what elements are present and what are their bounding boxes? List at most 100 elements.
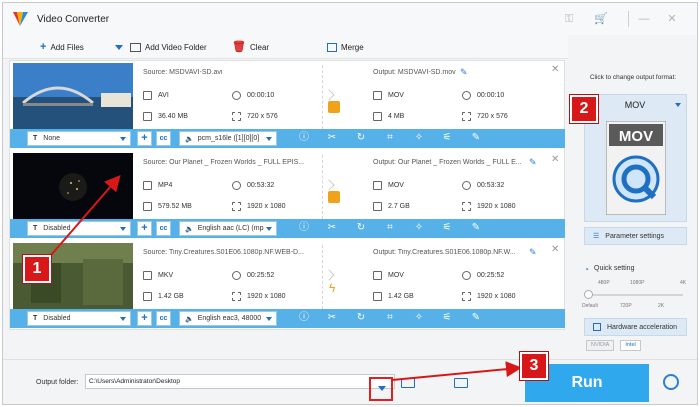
convert-arrow xyxy=(322,245,336,309)
clock-icon xyxy=(232,91,241,100)
add-files-button[interactable]: + Add Files xyxy=(40,41,84,53)
watermark-icon[interactable]: ⚟ xyxy=(441,132,453,144)
video-file-icon xyxy=(143,91,152,100)
caret-down-icon xyxy=(266,137,272,141)
add-subtitle-button[interactable]: + xyxy=(137,131,152,146)
file-icon xyxy=(143,202,152,211)
effects-icon[interactable]: ✧ xyxy=(413,222,425,234)
clock-icon xyxy=(462,271,471,280)
browse-folder-icon[interactable] xyxy=(454,378,468,388)
quick-setting-slider[interactable] xyxy=(588,294,683,296)
cc-subtitle-button[interactable]: cc xyxy=(156,221,171,236)
info-icon[interactable]: ⓘ xyxy=(298,312,310,324)
rotate-icon[interactable]: ↻ xyxy=(355,312,367,324)
cut-icon[interactable]: ✂ xyxy=(326,222,338,234)
add-subtitle-button[interactable]: + xyxy=(137,221,152,236)
video-file-icon xyxy=(373,181,382,190)
clear-button[interactable]: 🗑 Clear xyxy=(232,41,269,53)
minimize-icon[interactable]: — xyxy=(637,13,651,25)
merge-button[interactable]: Merge xyxy=(327,41,364,53)
subtitle-select[interactable]: T Disabled xyxy=(27,221,131,236)
crop-icon[interactable]: ⌗ xyxy=(384,132,396,144)
rotate-icon[interactable]: ↻ xyxy=(355,222,367,234)
edit-icon[interactable]: ✎ xyxy=(470,312,482,324)
edit-output-icon[interactable]: ✎ xyxy=(529,157,537,168)
source-format: MP4 xyxy=(143,181,172,190)
remove-item-icon[interactable]: ✕ xyxy=(551,244,559,255)
source-resolution: 1920 x 1080 xyxy=(232,202,286,211)
output-folder-input[interactable]: C:\Users\Administrator\Desktop xyxy=(85,374,395,389)
quick-setting-label: Quick setting xyxy=(594,265,635,272)
nvidia-badge[interactable]: NVIDIA xyxy=(586,340,615,351)
edit-output-icon[interactable]: ✎ xyxy=(460,67,468,78)
app-title: Video Converter xyxy=(37,14,110,25)
quick-setting-slider-handle[interactable] xyxy=(584,290,593,299)
effects-icon[interactable]: ✧ xyxy=(413,312,425,324)
file-icon xyxy=(373,112,382,121)
caret-down-icon xyxy=(378,386,386,391)
add-files-dropdown[interactable] xyxy=(115,41,123,53)
edit-icon[interactable]: ✎ xyxy=(470,222,482,234)
convert-arrow xyxy=(322,155,336,219)
intel-badge[interactable]: Intel xyxy=(620,340,641,351)
output-resolution: 1920 x 1080 xyxy=(462,292,516,301)
crop-icon[interactable]: ⌗ xyxy=(384,222,396,234)
audio-track-select[interactable]: 🔈 pcm_s16le ([1][0][0] xyxy=(179,131,277,146)
audio-track-select[interactable]: 🔈 English eac3, 48000 xyxy=(179,311,277,326)
tick-4k: 4K xyxy=(680,280,687,286)
watermark-icon[interactable]: ⚟ xyxy=(441,222,453,234)
output-duration: 00:00:10 xyxy=(462,91,504,100)
item-control-bar: T Disabled + cc 🔈 English eac3, 48000 ⓘ ✂ … xyxy=(10,309,565,328)
source-duration: 00:00:10 xyxy=(232,91,274,100)
audio-track-select[interactable]: 🔈 English aac (LC) (mp xyxy=(179,221,277,236)
cut-icon[interactable]: ✂ xyxy=(326,132,338,144)
edit-icon[interactable]: ✎ xyxy=(470,132,482,144)
source-filename: Source: Tiny.Creatures.S01E06.1080p.NF.W… xyxy=(143,249,304,256)
alarm-clock-icon[interactable] xyxy=(663,374,679,390)
speaker-icon: 🔈 xyxy=(185,315,194,323)
open-folder-icon[interactable] xyxy=(401,378,415,388)
output-format-selector[interactable]: MOV MOV xyxy=(584,94,687,222)
resolution-icon xyxy=(232,292,241,301)
chip-icon xyxy=(593,323,601,331)
watermark-icon[interactable]: ⚟ xyxy=(441,312,453,324)
cut-icon[interactable]: ✂ xyxy=(326,312,338,324)
video-thumbnail[interactable] xyxy=(13,153,133,219)
cart-icon[interactable]: 🛒 xyxy=(594,13,608,25)
add-video-folder-button[interactable]: Add Video Folder xyxy=(130,41,207,53)
rotate-icon[interactable]: ↻ xyxy=(355,132,367,144)
tick-480p: 480P xyxy=(598,280,610,286)
annotation-badge-1: 1 xyxy=(23,255,51,283)
add-files-label: Add Files xyxy=(50,42,84,52)
output-folder-dropdown[interactable] xyxy=(369,377,393,401)
item-control-bar: T None + cc 🔈 pcm_s16le ([1][0][0] ⓘ ✂ ↻ ⌗… xyxy=(10,129,565,148)
hardware-acceleration-button[interactable]: Hardware acceleration xyxy=(584,318,687,336)
parameter-settings-button[interactable]: ☰ Parameter settings xyxy=(584,227,687,245)
source-duration: 00:25:52 xyxy=(232,271,274,280)
edit-output-icon[interactable]: ✎ xyxy=(529,247,537,258)
remove-item-icon[interactable]: ✕ xyxy=(551,64,559,75)
add-subtitle-button[interactable]: + xyxy=(137,311,152,326)
effects-icon[interactable]: ✧ xyxy=(413,132,425,144)
video-thumbnail[interactable] xyxy=(13,63,133,129)
close-window-icon[interactable]: ✕ xyxy=(665,13,679,25)
subtitle-select[interactable]: T Disabled xyxy=(27,311,131,326)
clock-icon xyxy=(462,181,471,190)
info-icon[interactable]: ⓘ xyxy=(298,132,310,144)
caret-down-icon xyxy=(120,317,126,321)
output-size: 4 MB xyxy=(373,112,404,121)
key-icon[interactable]: ⚿ xyxy=(562,13,576,25)
resolution-icon xyxy=(462,112,471,121)
trash-icon: 🗑 xyxy=(232,40,246,53)
tick-default: Default xyxy=(582,303,598,309)
output-format: MOV xyxy=(373,181,404,190)
cc-subtitle-button[interactable]: cc xyxy=(156,131,171,146)
remove-item-icon[interactable]: ✕ xyxy=(551,154,559,165)
tick-1080p: 1080P xyxy=(630,280,645,286)
crop-icon[interactable]: ⌗ xyxy=(384,312,396,324)
cc-subtitle-button[interactable]: cc xyxy=(156,311,171,326)
app-window: Video Converter ⚿ 🛒 — ✕ + Add Files Add … xyxy=(2,2,698,405)
video-file-icon xyxy=(143,271,152,280)
info-icon[interactable]: ⓘ xyxy=(298,222,310,234)
subtitle-select[interactable]: T None xyxy=(27,131,131,146)
